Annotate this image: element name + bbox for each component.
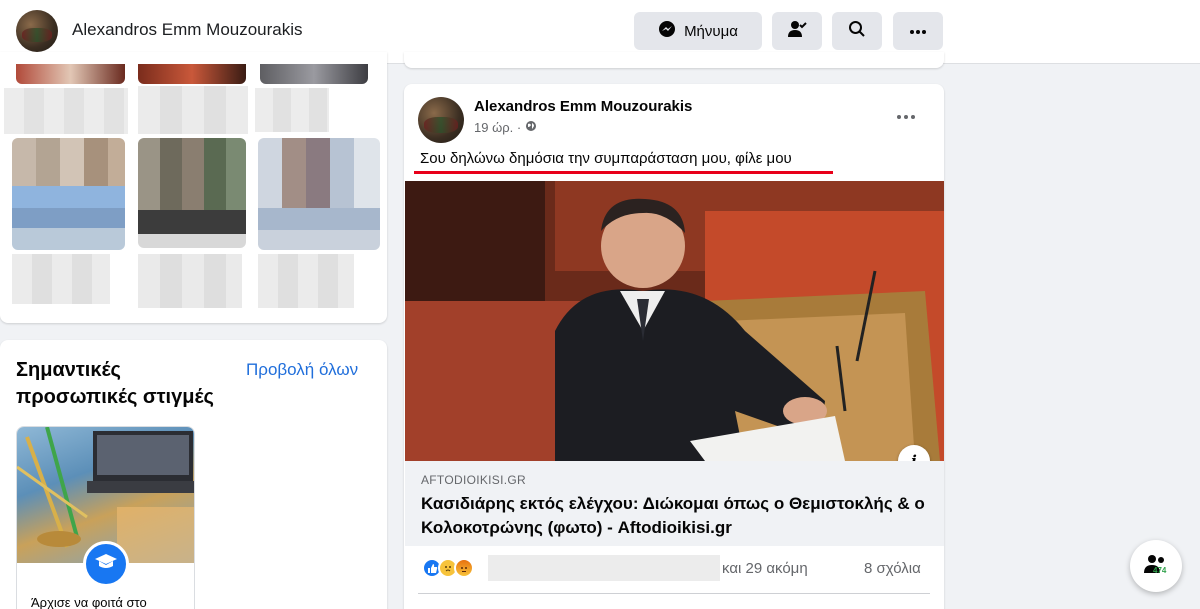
contacts-online-count: 474 [1153, 566, 1167, 575]
post-divider [418, 593, 930, 594]
highlight-item[interactable]: Άρχισε να φοιτά στο [16, 426, 195, 609]
friend-photo[interactable] [138, 138, 246, 248]
globe-icon [525, 120, 537, 135]
link-preview-image[interactable] [405, 181, 944, 461]
friend-photo[interactable] [16, 64, 125, 84]
more-options-button[interactable] [893, 12, 943, 50]
profile-name[interactable]: Alexandros Emm Mouzourakis [72, 20, 303, 40]
highlights-title: Σημαντικές προσωπικές στιγμές [16, 359, 214, 408]
messenger-icon [658, 20, 676, 42]
friend-photo[interactable] [12, 138, 125, 250]
friend-photo[interactable] [260, 64, 368, 84]
friend-name-blurred [255, 88, 329, 132]
post-author-name[interactable]: Alexandros Emm Mouzourakis [474, 98, 692, 115]
search-button[interactable] [832, 12, 882, 50]
friend-name-blurred [138, 254, 242, 308]
previous-post-card [404, 52, 944, 68]
friend-photo[interactable] [138, 64, 246, 84]
comments-count[interactable]: 8 σχόλια [864, 560, 921, 577]
highlight-caption: Άρχισε να φοιτά στο [31, 595, 147, 609]
message-button[interactable]: Μήνυμα [634, 12, 762, 50]
view-all-link[interactable]: Προβολή όλων [246, 360, 358, 380]
post-time-text: 19 ώρ. · [474, 120, 522, 135]
link-title[interactable]: Κασιδιάρης εκτός ελέγχου: Διώκομαι όπως … [421, 492, 931, 540]
post-timestamp[interactable]: 19 ώρ. · [474, 120, 537, 135]
reactors-names-blurred [488, 555, 720, 581]
message-button-label: Μήνυμα [684, 22, 738, 40]
friend-name-blurred [4, 88, 128, 134]
friends-card [0, 52, 387, 323]
link-domain: AFTODIOIKISI.GR [421, 473, 526, 487]
friend-name-blurred [12, 254, 110, 304]
post-author-avatar[interactable] [418, 97, 464, 143]
post-text: Σου δηλώνω δημόσια την συμπαράσταση μου,… [420, 150, 792, 167]
user-check-icon [787, 20, 807, 43]
reactions-count[interactable]: και 29 ακόμη [722, 560, 808, 577]
friend-status-button[interactable] [772, 12, 822, 50]
more-dots-icon [909, 22, 927, 40]
friend-name-blurred [138, 86, 248, 134]
graduation-cap-icon [94, 552, 118, 577]
reaction-icons[interactable] [422, 558, 474, 578]
friend-name-blurred [258, 254, 354, 308]
search-icon [848, 20, 866, 43]
graduation-badge [83, 541, 129, 587]
friend-photo[interactable] [258, 138, 380, 250]
post-options-icon[interactable] [896, 104, 916, 125]
angry-reaction-icon [454, 558, 474, 578]
red-underline-annotation [414, 171, 833, 174]
profile-avatar[interactable] [16, 10, 58, 52]
